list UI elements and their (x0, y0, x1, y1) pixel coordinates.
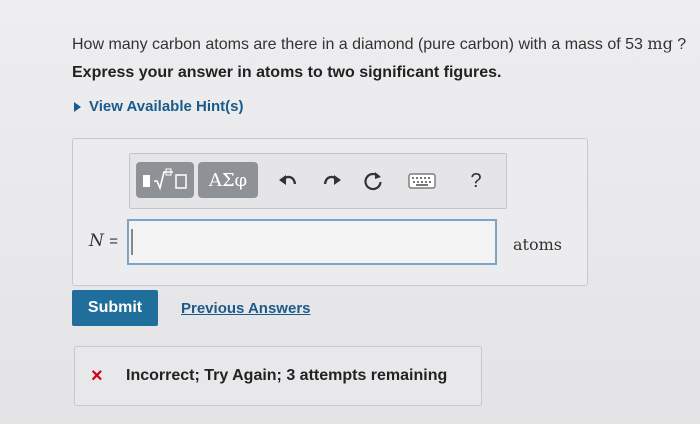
templates-icon (143, 168, 187, 191)
help-label: ? (470, 169, 482, 192)
question-page: How many carbon atoms are there in a dia… (0, 0, 700, 424)
text-cursor (131, 229, 133, 255)
templates-button[interactable] (136, 162, 194, 198)
redo-icon (323, 175, 341, 185)
incorrect-x-icon: × (91, 365, 103, 387)
answer-variable-label: N = (89, 231, 118, 251)
answer-input[interactable] (127, 219, 497, 265)
answer-panel: ΑΣφ ? N = atoms (72, 138, 588, 286)
submit-button[interactable]: Submit (72, 290, 158, 326)
equals-sign: = (109, 233, 119, 250)
undo-button[interactable] (276, 168, 302, 194)
undo-icon (279, 175, 297, 185)
greek-symbols-button[interactable]: ΑΣφ (198, 162, 258, 198)
caret-right-icon (74, 101, 81, 112)
view-hints-label: View Available Hint(s) (89, 98, 244, 115)
reset-button[interactable] (360, 168, 386, 194)
previous-answers-link[interactable]: Previous Answers (181, 300, 311, 317)
reset-icon (364, 172, 382, 191)
greek-symbols-label: ΑΣφ (208, 169, 248, 191)
redo-button[interactable] (318, 168, 344, 194)
keyboard-icon (408, 173, 436, 189)
math-toolbar: ΑΣφ ? (129, 153, 507, 209)
question-text: How many carbon atoms are there in a dia… (72, 34, 686, 54)
help-button[interactable]: ? (463, 168, 489, 194)
variable-name: N (89, 231, 104, 251)
feedback-panel: × Incorrect; Try Again; 3 attempts remai… (74, 346, 482, 406)
question-text-after: ? (672, 36, 687, 53)
answer-units: atoms (513, 235, 562, 254)
keyboard-button[interactable] (406, 168, 438, 194)
mass-unit: mg (647, 34, 673, 53)
feedback-message: Incorrect; Try Again; 3 attempts remaini… (126, 367, 448, 384)
view-hints-toggle[interactable]: View Available Hint(s) (74, 98, 244, 115)
answer-instruction: Express your answer in atoms to two sign… (72, 64, 502, 81)
question-text-before: How many carbon atoms are there in a dia… (72, 36, 648, 53)
